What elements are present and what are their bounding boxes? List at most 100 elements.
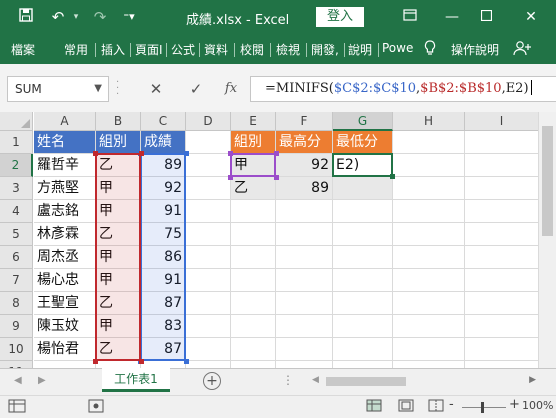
column-header-b[interactable]: B xyxy=(96,112,141,131)
summary-header[interactable]: 最高分 xyxy=(276,131,333,154)
row-header-5[interactable]: 5 xyxy=(0,223,33,246)
tab-split-handle-icon[interactable]: ⋮ xyxy=(282,373,294,387)
zoom-slider[interactable] xyxy=(462,402,506,413)
cell[interactable] xyxy=(465,131,538,154)
sheet-tab-1[interactable]: 工作表1 xyxy=(102,368,170,392)
cell[interactable] xyxy=(231,223,276,246)
table-cell-score[interactable]: 87 xyxy=(141,292,186,315)
table-cell-name[interactable]: 楊心忠 xyxy=(34,269,96,292)
cell[interactable] xyxy=(186,246,231,269)
table-cell-name[interactable]: 周杰丞 xyxy=(34,246,96,269)
cell[interactable] xyxy=(96,361,141,368)
cell[interactable] xyxy=(186,200,231,223)
column-header-g[interactable]: G xyxy=(333,112,393,131)
cell[interactable] xyxy=(276,292,333,315)
cell[interactable] xyxy=(333,200,393,223)
page-layout-view-icon[interactable] xyxy=(398,399,414,415)
scroll-right-icon[interactable]: ▶ xyxy=(529,375,536,385)
enter-icon[interactable]: ✓ xyxy=(185,78,207,100)
worksheet-grid[interactable]: ABCDEFGHI1234567891011姓名組別成績組別最高分最低分羅哲辛乙… xyxy=(0,112,538,368)
cell[interactable] xyxy=(465,223,538,246)
row-header-9[interactable]: 9 xyxy=(0,315,33,338)
range-handle[interactable] xyxy=(139,359,144,364)
cell[interactable] xyxy=(333,315,393,338)
summary-cell-max[interactable]: 92 xyxy=(276,154,333,177)
range-handle[interactable] xyxy=(228,151,233,156)
cancel-icon[interactable]: ✕ xyxy=(145,78,167,100)
cell[interactable] xyxy=(186,269,231,292)
zoom-level[interactable]: 100% xyxy=(522,399,553,412)
cell[interactable] xyxy=(186,315,231,338)
undo-dropdown-icon[interactable]: ▾ xyxy=(70,8,82,26)
summary-cell-group[interactable]: 乙 xyxy=(231,177,276,200)
share-icon[interactable] xyxy=(513,40,531,59)
range-handle[interactable] xyxy=(274,151,279,156)
table-cell-score[interactable]: 83 xyxy=(141,315,186,338)
summary-cell-max[interactable]: 89 xyxy=(276,177,333,200)
cell[interactable] xyxy=(465,200,538,223)
save-icon[interactable] xyxy=(16,8,36,26)
cell[interactable] xyxy=(231,292,276,315)
table-cell-score[interactable]: 86 xyxy=(141,246,186,269)
summary-cell-min[interactable] xyxy=(333,177,393,200)
cell[interactable] xyxy=(333,338,393,361)
cell[interactable] xyxy=(276,361,333,368)
table-cell-name[interactable]: 王聖宣 xyxy=(34,292,96,315)
table-header[interactable]: 成績 xyxy=(141,131,186,154)
undo-icon[interactable]: ↶ xyxy=(48,8,68,26)
tab-formulas[interactable]: 公式 xyxy=(171,41,195,58)
cell[interactable] xyxy=(34,361,96,368)
cell[interactable] xyxy=(465,361,538,368)
tab-developer[interactable]: 開發, xyxy=(311,41,339,58)
fill-handle[interactable] xyxy=(390,174,395,179)
page-break-view-icon[interactable] xyxy=(428,399,444,415)
summary-header[interactable]: 最低分 xyxy=(333,131,393,154)
cell[interactable] xyxy=(393,223,465,246)
tab-help[interactable]: 說明 xyxy=(348,41,372,58)
tab-view[interactable]: 檢視 xyxy=(276,41,300,58)
tab-power[interactable]: Powe xyxy=(382,41,413,55)
customize-qat-icon[interactable]: ⁼▾ xyxy=(122,8,136,26)
column-header-d[interactable]: D xyxy=(186,112,231,131)
range-handle[interactable] xyxy=(184,359,189,364)
cell[interactable] xyxy=(393,154,465,177)
table-cell-name[interactable]: 楊怡君 xyxy=(34,338,96,361)
table-cell-name[interactable]: 陳玉妏 xyxy=(34,315,96,338)
cell[interactable] xyxy=(465,338,538,361)
column-header-c[interactable]: C xyxy=(141,112,186,131)
cell[interactable] xyxy=(333,292,393,315)
macro-record-icon[interactable] xyxy=(88,399,104,416)
cell[interactable] xyxy=(231,269,276,292)
table-cell-name[interactable]: 羅哲辛 xyxy=(34,154,96,177)
column-header-a[interactable]: A xyxy=(34,112,96,131)
tab-review[interactable]: 校閱 xyxy=(240,41,264,58)
table-cell-group[interactable]: 甲 xyxy=(96,200,141,223)
range-handle[interactable] xyxy=(139,151,144,156)
table-cell-score[interactable]: 91 xyxy=(141,269,186,292)
chevron-down-icon[interactable]: ▼ xyxy=(94,77,102,101)
row-header-8[interactable]: 8 xyxy=(0,292,33,315)
horizontal-scrollbar[interactable]: ◀ ▶ xyxy=(308,374,538,390)
normal-view-icon[interactable] xyxy=(366,399,382,415)
zoom-slider-thumb[interactable] xyxy=(481,402,484,413)
table-cell-name[interactable]: 林彥霖 xyxy=(34,223,96,246)
cell[interactable] xyxy=(465,315,538,338)
cell[interactable] xyxy=(393,361,465,368)
cell[interactable] xyxy=(276,269,333,292)
cell[interactable] xyxy=(333,269,393,292)
table-cell-name[interactable]: 方燕堅 xyxy=(34,177,96,200)
range-handle[interactable] xyxy=(184,151,189,156)
scroll-thumb[interactable] xyxy=(542,126,553,236)
table-cell-group[interactable]: 甲 xyxy=(96,315,141,338)
cell[interactable] xyxy=(186,177,231,200)
column-header-h[interactable]: H xyxy=(393,112,465,131)
row-header-3[interactable]: 3 xyxy=(0,177,33,200)
column-header-i[interactable]: I xyxy=(465,112,538,131)
tab-home[interactable]: 常用 xyxy=(64,41,88,58)
select-all-button[interactable] xyxy=(0,112,33,131)
cell[interactable] xyxy=(465,154,538,177)
range-handle[interactable] xyxy=(93,359,98,364)
scroll-thumb[interactable] xyxy=(326,377,406,386)
cell[interactable] xyxy=(393,200,465,223)
summary-header[interactable]: 組別 xyxy=(231,131,276,154)
